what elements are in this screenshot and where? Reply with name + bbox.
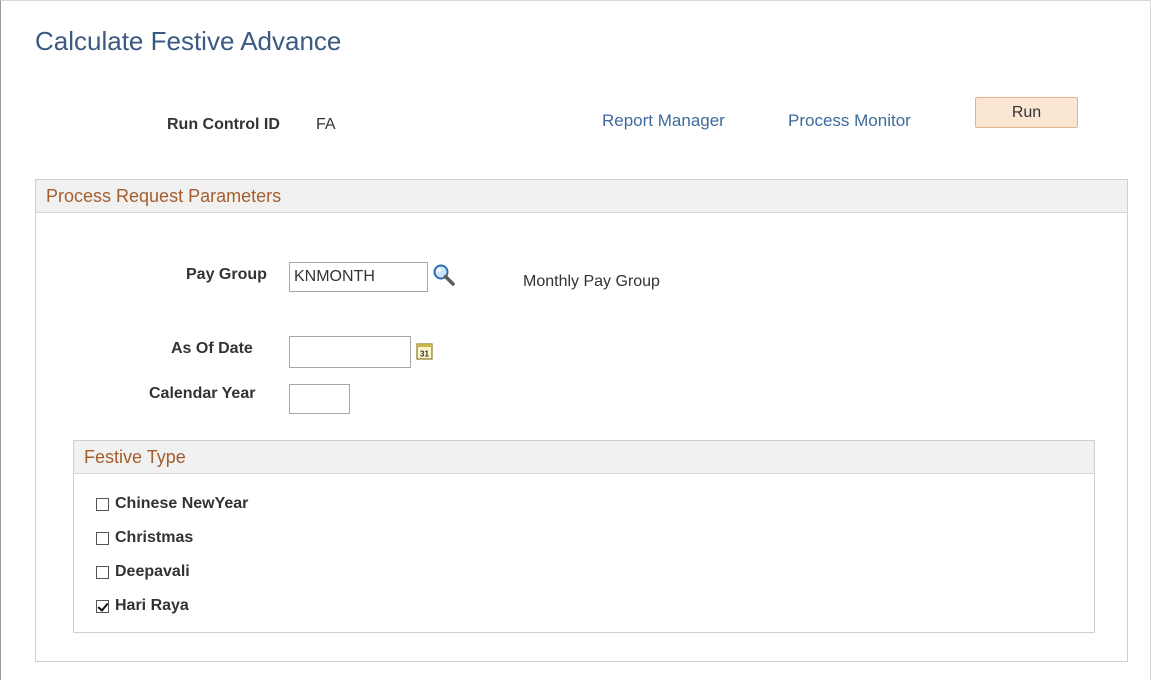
checkbox-chinese-new-year[interactable]: Chinese NewYear — [96, 494, 248, 514]
checkbox-label: Chinese NewYear — [115, 495, 249, 512]
checkbox-label: Deepavali — [115, 563, 190, 580]
as-of-date-label: As Of Date — [171, 340, 253, 357]
run-control-id-label: Run Control ID — [167, 116, 280, 133]
checkbox-label: Hari Raya — [115, 597, 189, 614]
pay-group-description: Monthly Pay Group — [523, 273, 660, 290]
checkbox-hari-raya[interactable]: Hari Raya — [96, 596, 189, 616]
festive-type-group: Festive Type Chinese NewYear Christmas D… — [73, 440, 1095, 633]
checkbox-box[interactable] — [96, 531, 109, 545]
checkbox-box[interactable] — [96, 565, 109, 579]
svg-text:31: 31 — [420, 350, 429, 359]
checkbox-label: Christmas — [115, 529, 194, 546]
report-manager-link[interactable]: Report Manager — [602, 111, 725, 131]
pay-group-label: Pay Group — [186, 266, 267, 283]
festive-type-header: Festive Type — [74, 441, 1094, 474]
checkbox-box[interactable] — [96, 599, 109, 613]
calendar-year-label: Calendar Year — [149, 385, 256, 402]
calendar-year-input[interactable] — [289, 384, 350, 414]
lookup-icon[interactable] — [431, 262, 457, 288]
run-control-id-value: FA — [316, 116, 336, 133]
page-title: Calculate Festive Advance — [35, 26, 342, 56]
run-button[interactable]: Run — [975, 97, 1078, 128]
checkbox-christmas[interactable]: Christmas — [96, 528, 193, 548]
pay-group-input[interactable] — [289, 262, 428, 292]
checkbox-deepavali[interactable]: Deepavali — [96, 562, 190, 582]
process-monitor-link[interactable]: Process Monitor — [788, 111, 911, 131]
as-of-date-input[interactable] — [289, 336, 411, 368]
checkbox-box[interactable] — [96, 497, 109, 511]
process-request-parameters-header: Process Request Parameters — [36, 180, 1127, 213]
calendar-icon[interactable]: 31 — [415, 341, 435, 361]
